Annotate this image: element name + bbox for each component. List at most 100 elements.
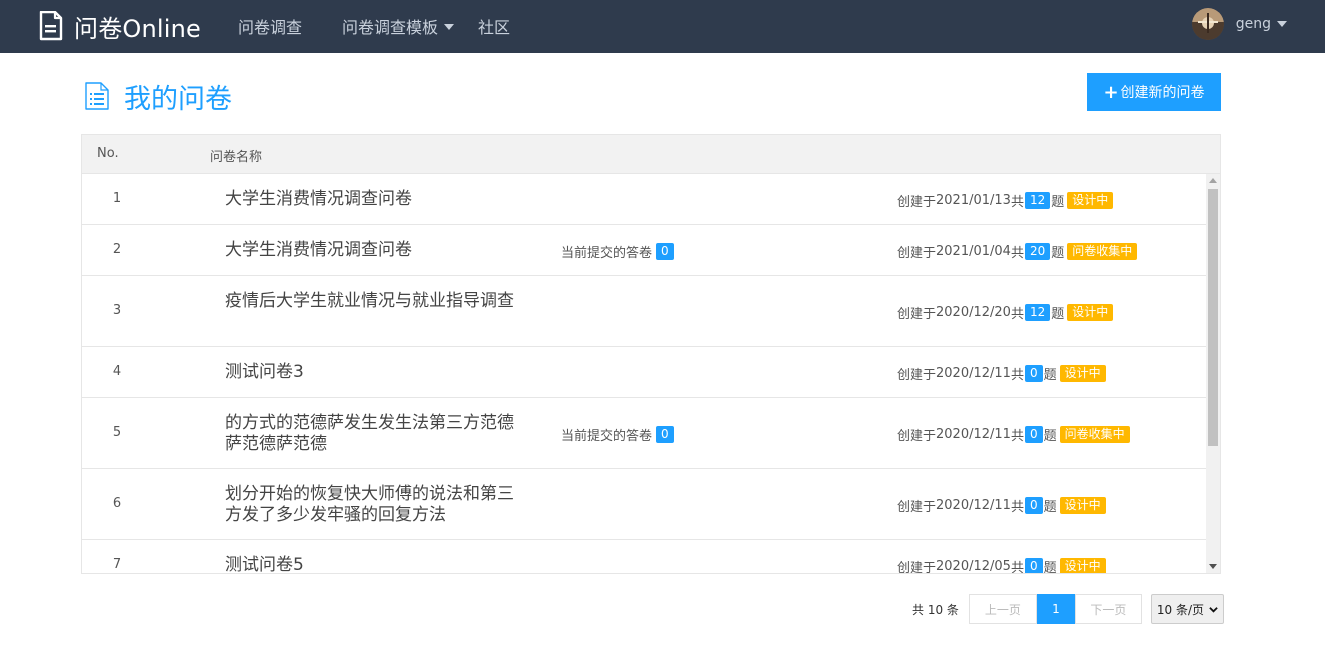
count-suffix: 题 [1043, 500, 1057, 515]
row-number: 2 [112, 242, 122, 257]
count-suffix: 题 [1043, 429, 1057, 444]
survey-meta: 创建于 2020/12/11 共 0 题设计中 [897, 496, 1106, 515]
question-count-badge: 0 [1024, 497, 1043, 514]
survey-name-link[interactable]: 疫情后大学生就业情况与就业指导调查 [225, 291, 515, 312]
pagination-total: 共 10 条 [912, 602, 959, 617]
table-row[interactable]: 6 划分开始的恢复快大师傅的说法和第三方发了多少发牢骚的回复方法 创建于 2020/1… [82, 469, 1206, 540]
row-number: 4 [112, 364, 122, 379]
status-badge: 设计中 [1059, 365, 1106, 382]
count-prefix: 共 [1010, 246, 1024, 261]
survey-name-link[interactable]: 的方式的范德萨发生发生法第三方范德萨范德萨范德 [225, 413, 515, 455]
count-prefix: 共 [1010, 500, 1024, 515]
survey-meta: 创建于 2021/01/04 共 20 题问卷收集中 [897, 242, 1138, 261]
current-page-button[interactable]: 1 [1036, 594, 1075, 624]
question-count-badge: 0 [1024, 558, 1043, 573]
created-prefix: 创建于 [897, 429, 937, 444]
caret-down-icon [1277, 21, 1287, 27]
created-date: 2020/12/05 [936, 559, 1011, 574]
count-prefix: 共 [1010, 368, 1024, 383]
brand[interactable]: 问卷Online [38, 8, 201, 44]
count-suffix: 题 [1043, 561, 1057, 574]
created-prefix: 创建于 [897, 561, 937, 574]
survey-name-link[interactable]: 划分开始的恢复快大师傅的说法和第三方发了多少发牢骚的回复方法 [225, 484, 515, 526]
submission-label: 当前提交的答卷 [561, 246, 653, 261]
create-survey-button[interactable]: + 创建新的问卷 [1087, 73, 1221, 111]
table-row[interactable]: 7 测试问卷5 创建于 2020/12/05 共 0 题设计中 [82, 540, 1206, 574]
count-suffix: 题 [1043, 368, 1057, 383]
created-date: 2021/01/04 [936, 244, 1011, 259]
created-prefix: 创建于 [897, 500, 937, 515]
count-suffix: 题 [1051, 195, 1065, 210]
next-page-button[interactable]: 下一页 [1074, 594, 1142, 624]
submission-count: 当前提交的答卷 0 [561, 242, 675, 261]
question-count-badge: 20 [1024, 243, 1051, 260]
column-header-no: No. [97, 146, 119, 161]
count-prefix: 共 [1010, 429, 1024, 444]
row-number: 3 [112, 303, 122, 318]
nav-link-templates[interactable]: 问卷调查模板 [342, 14, 455, 38]
prev-page-button[interactable]: 上一页 [968, 594, 1037, 624]
created-date: 2020/12/11 [936, 498, 1011, 513]
submission-count-badge: 0 [656, 426, 674, 443]
nav-link-templates-label: 问卷调查模板 [342, 18, 439, 37]
question-count-badge: 0 [1024, 365, 1043, 382]
brand-name: 问卷Online [74, 14, 202, 43]
created-date: 2021/01/13 [936, 193, 1011, 208]
status-badge: 设计中 [1059, 497, 1106, 514]
list-document-icon [85, 82, 109, 110]
survey-meta: 创建于 2020/12/11 共 0 题设计中 [897, 364, 1106, 383]
scroll-up-arrow-icon[interactable] [1209, 178, 1217, 183]
created-date: 2020/12/20 [936, 305, 1011, 320]
survey-table: No. 问卷名称 1 大学生消费情况调查问卷 创建于 2021/01/13 共 12 题设计… [81, 134, 1221, 574]
table-row[interactable]: 3 疫情后大学生就业情况与就业指导调查创建于 2020/12/20 共 12 题设计中 [82, 276, 1206, 347]
create-survey-label: 创建新的问卷 [1120, 85, 1205, 101]
status-badge: 设计中 [1067, 192, 1114, 209]
created-prefix: 创建于 [897, 195, 937, 210]
created-prefix: 创建于 [897, 307, 937, 322]
count-suffix: 题 [1051, 246, 1065, 261]
user-menu[interactable]: geng [1191, 8, 1287, 40]
nav-link-community[interactable]: 社区 [478, 14, 510, 38]
avatar [1191, 8, 1224, 40]
status-badge: 设计中 [1067, 304, 1114, 321]
page-size-value: 10 条/页 [1156, 602, 1205, 617]
top-navbar: 问卷Online 问卷调查 问卷调查模板 社区 geng [0, 0, 1325, 53]
survey-name-link[interactable]: 大学生消费情况调查问卷 [225, 189, 515, 210]
user-name: geng [1235, 16, 1271, 32]
table-row[interactable]: 1 大学生消费情况调查问卷 创建于 2021/01/13 共 12 题设计中 [82, 174, 1206, 225]
scroll-thumb[interactable] [1208, 189, 1218, 446]
question-count-badge: 0 [1024, 426, 1043, 443]
caret-down-icon [444, 23, 455, 30]
row-number: 5 [112, 425, 122, 440]
plus-icon: + [1103, 81, 1119, 103]
created-date: 2020/12/11 [936, 427, 1011, 442]
status-badge: 设计中 [1059, 558, 1106, 573]
count-prefix: 共 [1010, 307, 1024, 322]
count-prefix: 共 [1010, 195, 1024, 210]
submission-count-badge: 0 [656, 243, 674, 260]
survey-meta: 创建于 2021/01/13 共 12 题设计中 [897, 191, 1114, 210]
table-body[interactable]: 1 大学生消费情况调查问卷 创建于 2021/01/13 共 12 题设计中 2 大学生消费情况… [82, 174, 1206, 574]
table-row[interactable]: 5 的方式的范德萨发生发生法第三方范德萨范德萨范德 当前提交的答卷 0 创建于 2020/… [82, 398, 1206, 469]
created-date: 2020/12/11 [936, 366, 1011, 381]
count-prefix: 共 [1010, 561, 1024, 574]
survey-name-link[interactable]: 大学生消费情况调查问卷 [225, 240, 515, 261]
submission-label: 当前提交的答卷 [561, 429, 653, 444]
chevron-down-icon [1209, 606, 1218, 613]
question-count-badge: 12 [1024, 304, 1051, 321]
created-prefix: 创建于 [897, 246, 937, 261]
survey-meta: 创建于 2020/12/11 共 0 题问卷收集中 [897, 425, 1130, 444]
question-count-badge: 12 [1024, 192, 1051, 209]
count-suffix: 题 [1051, 307, 1065, 322]
nav-link-survey[interactable]: 问卷调查 [238, 14, 302, 38]
page-size-select[interactable]: 10 条/页 [1150, 594, 1224, 624]
page-header: 我的问卷 [84, 76, 232, 116]
survey-name-link[interactable]: 测试问卷5 [225, 555, 515, 573]
created-prefix: 创建于 [897, 368, 937, 383]
table-row[interactable]: 2 大学生消费情况调查问卷 当前提交的答卷 0 创建于 2021/01/04 共 20 题问卷收… [82, 225, 1206, 276]
row-number: 7 [112, 557, 122, 572]
table-scrollbar[interactable] [1206, 174, 1220, 573]
scroll-down-arrow-icon[interactable] [1209, 564, 1217, 569]
survey-name-link[interactable]: 测试问卷3 [225, 362, 515, 383]
table-row[interactable]: 4 测试问卷3 创建于 2020/12/11 共 0 题设计中 [82, 347, 1206, 398]
